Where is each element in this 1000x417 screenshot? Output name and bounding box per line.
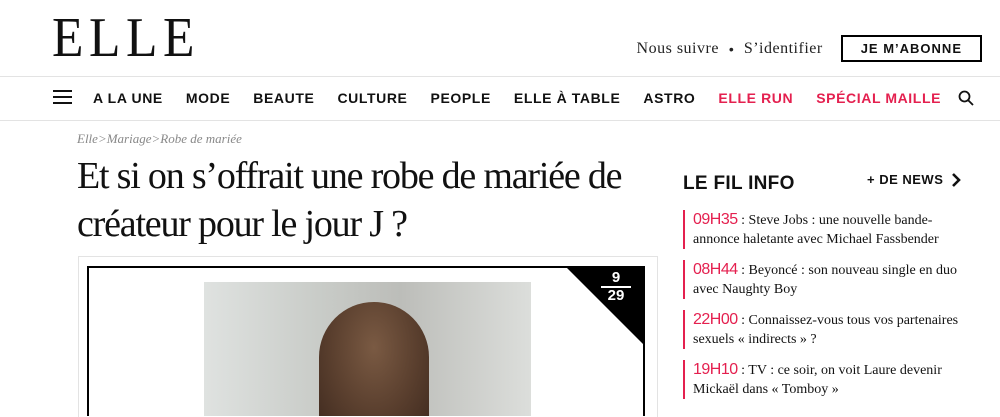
news-item[interactable]: 22H00 : Connaissez-vous tous vos partena… — [683, 310, 973, 349]
nav-item-astro[interactable]: ASTRO — [643, 90, 695, 106]
gallery-current: 9 — [601, 270, 631, 288]
fil-info-title: LE FIL INFO — [683, 173, 795, 194]
breadcrumb-item-elle[interactable]: Elle — [77, 131, 98, 146]
subscribe-button[interactable]: JE M’ABONNE — [840, 35, 982, 62]
news-time: 08H44 — [693, 261, 738, 278]
separator-dot: • — [728, 40, 734, 57]
gallery-counter: 9 29 — [601, 270, 631, 303]
hamburger-menu-icon[interactable] — [53, 90, 72, 104]
news-time: 22H00 — [693, 311, 738, 328]
nav-item-culture[interactable]: CULTURE — [337, 90, 407, 106]
breadcrumb-item-robe-de-mariee[interactable]: Robe de mariée — [160, 131, 242, 146]
chevron-right-icon — [952, 172, 962, 187]
news-item[interactable]: 08H44 : Beyoncé : son nouveau single en … — [683, 260, 973, 299]
follow-link[interactable]: Nous suivre — [637, 40, 719, 58]
news-item[interactable]: 19H10 : TV : ce soir, on voit Laure deve… — [683, 360, 973, 399]
nav-item-beaute[interactable]: BEAUTE — [253, 90, 314, 106]
fil-info-list: 09H35 : Steve Jobs : une nouvelle bande-… — [683, 210, 973, 410]
article-title: Et si on s’offrait une robe de mariée de… — [77, 155, 623, 245]
more-news-label: + DE NEWS — [867, 172, 944, 187]
gallery-photo — [204, 282, 531, 416]
breadcrumb-item-mariage[interactable]: Mariage — [107, 131, 152, 146]
breadcrumb-separator: > — [97, 131, 107, 146]
nav-item-mode[interactable]: MODE — [186, 90, 230, 106]
breadcrumb: Elle>Mariage>Robe de mariée — [77, 131, 242, 147]
header-actions: Nous suivre • S’identifier JE M’ABONNE — [637, 35, 982, 62]
breadcrumb-separator: > — [151, 131, 161, 146]
nav-item-people[interactable]: PEOPLE — [431, 90, 491, 106]
nav-item-a-la-une[interactable]: A LA UNE — [93, 90, 163, 106]
gallery-total: 29 — [607, 287, 625, 304]
elle-logo[interactable]: ELLE — [52, 8, 200, 68]
login-link[interactable]: S’identifier — [744, 40, 823, 58]
more-news-link[interactable]: + DE NEWS — [867, 172, 962, 187]
main-nav: A LA UNE MODE BEAUTE CULTURE PEOPLE ELLE… — [0, 76, 1000, 121]
nav-item-special-maille[interactable]: SPÉCIAL MAILLE — [816, 90, 941, 106]
search-icon[interactable] — [958, 90, 974, 106]
news-time: 09H35 — [693, 211, 738, 228]
nav-item-elle-a-table[interactable]: ELLE À TABLE — [514, 90, 621, 106]
nav-item-elle-run[interactable]: ELLE RUN — [718, 90, 793, 106]
photo-subject — [319, 302, 429, 416]
news-item[interactable]: 09H35 : Steve Jobs : une nouvelle bande-… — [683, 210, 973, 249]
gallery-slide[interactable]: 9 29 — [87, 266, 645, 416]
news-time: 19H10 — [693, 361, 738, 378]
